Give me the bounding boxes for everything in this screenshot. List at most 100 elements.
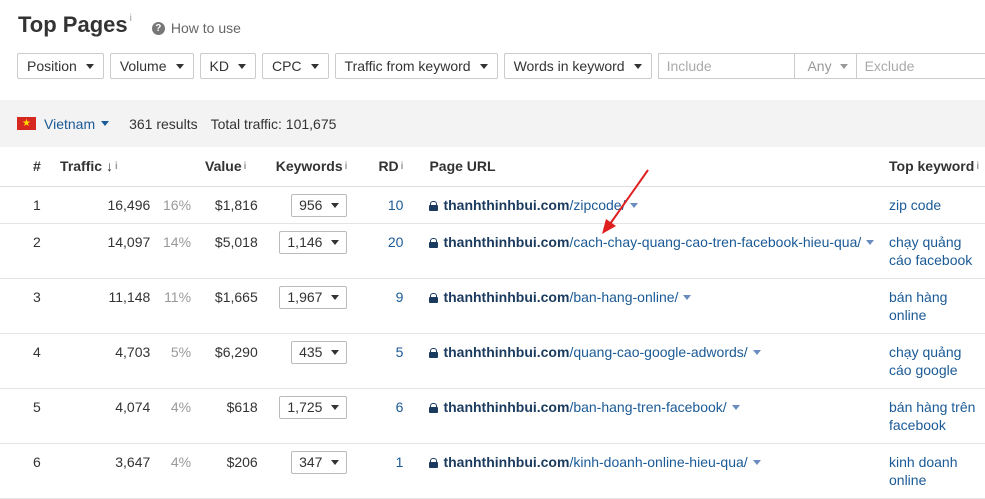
referring-domains-link[interactable]: 10 [388,197,404,213]
referring-domains-link[interactable]: 1 [396,454,404,470]
country-label: Vietnam [44,115,96,132]
chevron-down-icon [85,63,94,69]
top-keyword-link[interactable]: kinh doanh online [889,453,985,489]
chevron-down-icon [331,294,340,300]
url-menu-chevron-icon[interactable] [731,404,740,410]
keywords-count: 1,967 [287,289,323,305]
row-top-keyword-cell: bán hàng trên facebook [884,388,985,444]
referring-domains-link[interactable]: 6 [396,399,404,415]
how-to-use-link[interactable]: ? How to use [151,20,241,36]
row-url-cell: thanhthinhbui.com/quang-cao-google-adwor… [409,333,884,389]
volume-filter-label: Volume [119,58,167,74]
url-menu-chevron-icon[interactable] [752,349,761,355]
flag-star: ★ [22,117,31,129]
row-traffic-percent: 11% [152,278,192,334]
row-traffic: 4,703 [49,333,153,389]
row-keywords-cell: 347 [257,443,348,499]
row-keywords-cell: 1,146 [257,223,348,279]
keywords-count: 1,725 [287,399,323,415]
page-title: Top Pages [18,12,128,37]
col-header-keywords[interactable]: Keywords i [257,147,348,187]
results-count: 361 results [129,115,198,132]
title-info-icon[interactable]: i [130,13,132,25]
row-number: 4 [0,333,50,389]
keywords-count: 956 [299,197,323,213]
cpc-filter-label: CPC [271,58,302,74]
traffic-from-keyword-filter-button[interactable]: Traffic from keyword [334,53,498,79]
row-value: $618 [191,388,258,444]
table-row: 5 4,074 4% $618 1,725 6 thanhthinhbui.com/ban-… [0,388,985,444]
url-path: /ban-hang-tren-facebook/ [569,398,727,415]
exclude-input[interactable]: Exclude [857,54,985,78]
row-url-cell: thanhthinhbui.com/ban-hang-online/ [409,278,884,334]
keywords-count: 347 [299,454,323,470]
page-url-link[interactable]: thanhthinhbui.com/kinh-doanh-online-hieu… [443,454,747,470]
url-menu-chevron-icon[interactable] [683,294,692,300]
url-menu-chevron-icon[interactable] [866,239,875,245]
lock-icon [429,347,439,358]
keywords-dropdown[interactable]: 1,967 [279,285,348,309]
row-value: $1,665 [191,278,258,334]
info-icon[interactable]: i [244,161,247,172]
filter-bar: Position Volume KD CPC Traffic from keyw… [17,53,985,79]
results-summary-bar: ★ Vietnam 361 results Total traffic: 101… [0,100,985,147]
info-icon[interactable]: i [345,161,348,172]
info-icon[interactable]: i [401,161,404,172]
referring-domains-link[interactable]: 20 [388,234,404,250]
row-number: 1 [0,186,50,224]
url-path: /zipcode/ [569,196,626,213]
row-value: $206 [191,443,258,499]
col-header-traffic[interactable]: Traffic ↓ i [49,147,192,187]
chevron-down-icon [839,63,848,69]
kd-filter-button[interactable]: KD [199,53,256,79]
page-url-link[interactable]: thanhthinhbui.com/zipcode/ [443,197,625,213]
top-keyword-link[interactable]: bán hàng online [889,288,985,324]
chevron-down-icon [310,63,319,69]
page-url-link[interactable]: thanhthinhbui.com/ban-hang-online/ [443,289,678,305]
rd-header-label: RD [378,158,399,175]
keywords-dropdown[interactable]: 1,725 [279,395,348,419]
page-url-link[interactable]: thanhthinhbui.com/ban-hang-tren-facebook… [443,399,726,415]
info-icon[interactable]: i [115,161,118,172]
row-rd-cell: 6 [347,388,410,444]
keywords-dropdown[interactable]: 1,146 [279,230,348,254]
cpc-filter-button[interactable]: CPC [261,53,329,79]
referring-domains-link[interactable]: 5 [396,344,404,360]
col-header-rd[interactable]: RD i [347,147,410,187]
url-domain: thanhthinhbui.com [443,398,570,415]
info-icon[interactable]: i [976,161,979,172]
any-select[interactable]: Any [795,54,857,78]
page-url-link[interactable]: thanhthinhbui.com/cach-chay-quang-cao-tr… [443,234,861,250]
words-in-keyword-filter-label: Words in keyword [513,58,625,74]
top-keyword-link[interactable]: bán hàng trên facebook [889,398,985,434]
top-keyword-link[interactable]: chạy quảng cáo google [889,343,985,379]
volume-filter-button[interactable]: Volume [109,53,194,79]
top-pages-table: # Traffic ↓ i Value i Keywords i RD i Page U… [0,147,985,499]
position-filter-button[interactable]: Position [17,53,104,79]
col-header-page-url: Page URL [409,147,884,187]
country-selector[interactable]: Vietnam [44,115,110,132]
chevron-down-icon [175,63,184,69]
referring-domains-link[interactable]: 9 [396,289,404,305]
words-in-keyword-filter-button[interactable]: Words in keyword [503,53,652,79]
row-url-cell: thanhthinhbui.com/ban-hang-tren-facebook… [409,388,884,444]
include-input[interactable]: Include [659,54,795,78]
top-keyword-link[interactable]: chạy quảng cáo facebook [889,233,985,269]
top-keyword-link[interactable]: zip code [889,196,985,214]
url-menu-chevron-icon[interactable] [630,202,639,208]
col-header-top-keyword[interactable]: Top keyword i [884,147,985,187]
keywords-dropdown[interactable]: 956 [291,193,348,217]
row-url-cell: thanhthinhbui.com/cach-chay-quang-cao-tr… [409,223,884,279]
row-traffic: 16,496 [49,186,153,224]
keywords-dropdown[interactable]: 435 [291,340,348,364]
page-url-link[interactable]: thanhthinhbui.com/quang-cao-google-adwor… [443,344,747,360]
row-number: 2 [0,223,50,279]
lock-icon [429,402,439,413]
url-domain: thanhthinhbui.com [443,343,570,360]
url-menu-chevron-icon[interactable] [752,459,761,465]
col-header-value[interactable]: Value i [191,147,258,187]
keywords-dropdown[interactable]: 347 [291,450,348,474]
row-keywords-cell: 1,725 [257,388,348,444]
row-top-keyword-cell: zip code [884,186,985,224]
row-traffic-percent: 4% [152,388,192,444]
